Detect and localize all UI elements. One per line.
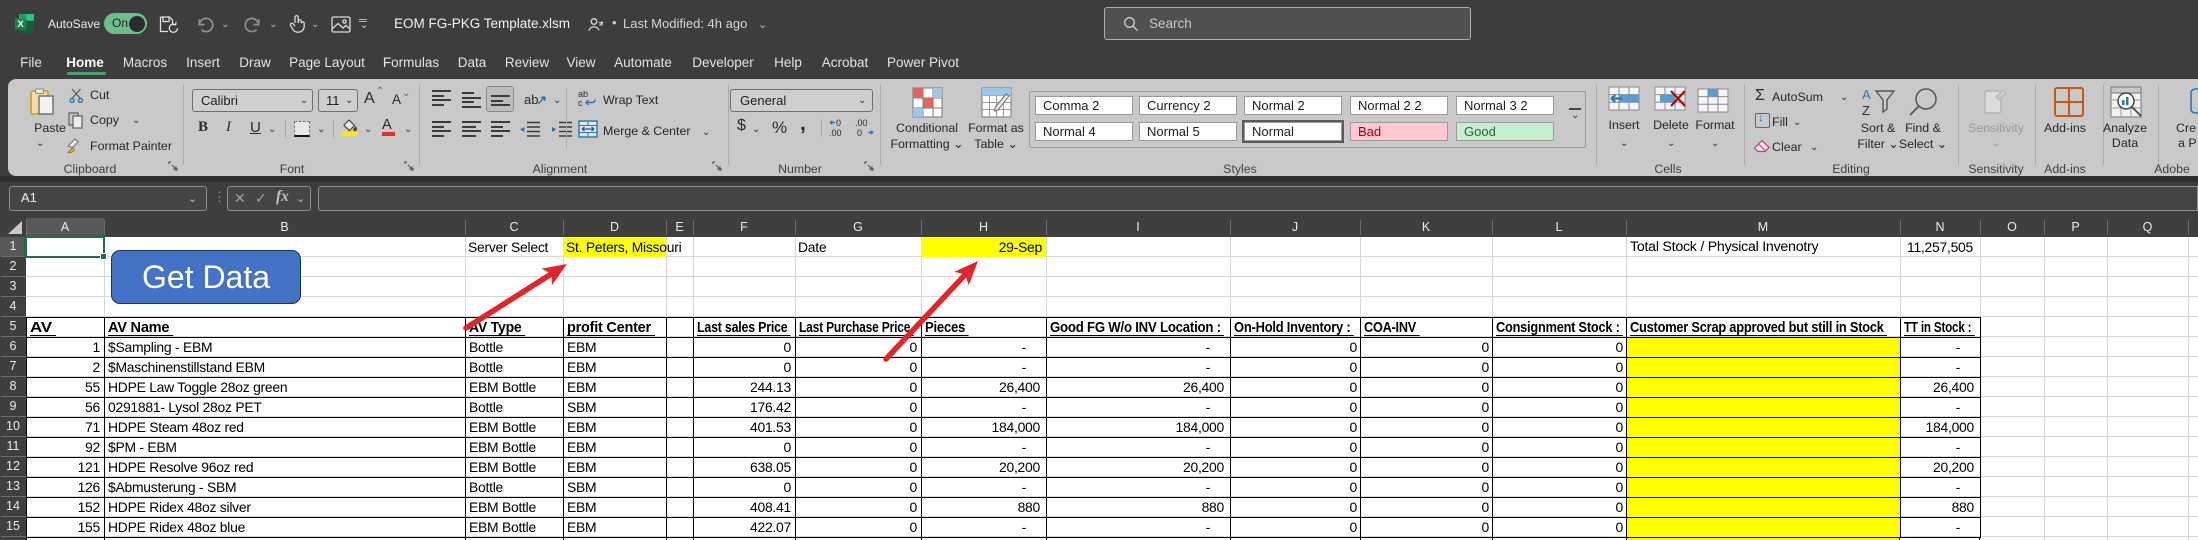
svg-text:0: 0 [836,118,841,128]
svg-text:.00: .00 [855,118,868,128]
svg-text:A: A [1862,87,1871,102]
svg-text:ab: ab [524,92,538,107]
svg-text:0: 0 [857,128,862,138]
svg-text:c: c [578,98,583,108]
svg-text:Z: Z [1862,103,1870,117]
svg-text:.00: .00 [829,128,842,138]
svg-text:X: X [17,19,24,30]
